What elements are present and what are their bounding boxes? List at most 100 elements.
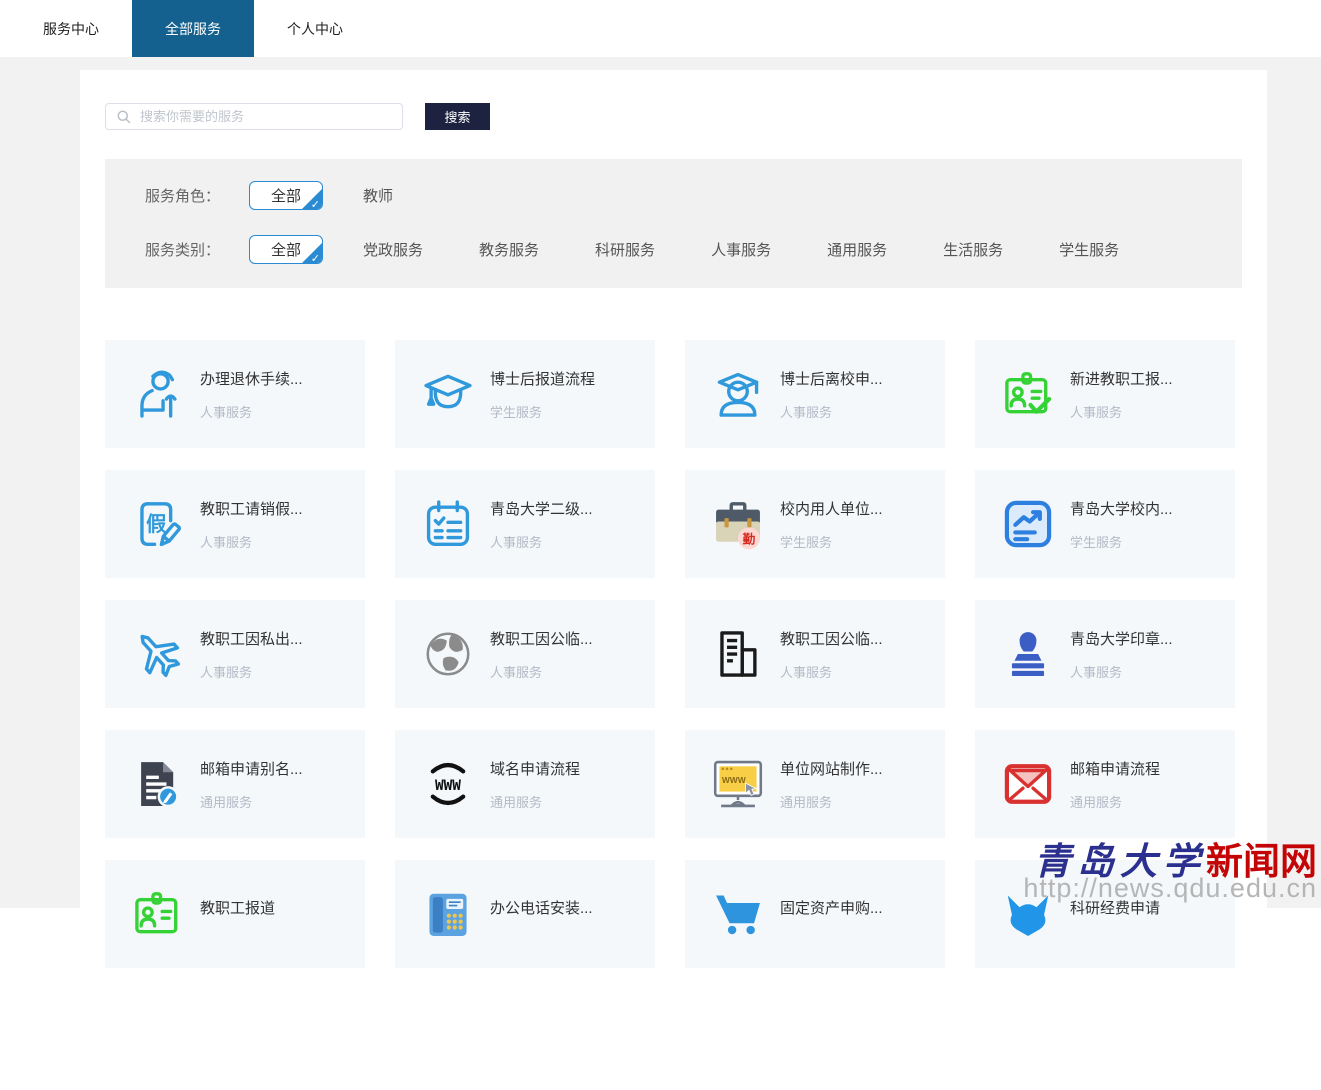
service-card[interactable]: 博士后报道流程 学生服务	[395, 340, 655, 448]
filter-option-label: 党政服务	[363, 242, 424, 259]
graduate-icon	[709, 365, 767, 423]
search-input[interactable]	[138, 108, 392, 125]
service-card[interactable]: 科研经费申请	[975, 860, 1235, 968]
service-card-text: 青岛大学印章... 人事服务	[1070, 628, 1173, 681]
filter-option[interactable]: 教务服务	[479, 239, 539, 260]
service-category: 人事服务	[1070, 404, 1123, 420]
filter-panel: 服务角色： 全部 ✓ 教师 服务类别： 全部 ✓ 党政服务 教务服务 科研服务 人事服务 通用服务 生活…	[105, 159, 1242, 288]
service-card-text: 教职工因私出... 人事服务	[200, 628, 303, 681]
service-card[interactable]: 办理退休手续... 人事服务	[105, 340, 365, 448]
search-button[interactable]: 搜索	[425, 103, 490, 130]
service-title: 邮箱申请别名...	[200, 760, 303, 778]
service-card-text: 青岛大学校内... 学生服务	[1070, 498, 1173, 551]
filter-options: 全部 ✓ 党政服务 教务服务 科研服务 人事服务 通用服务 生活服务 学生服务	[249, 235, 1119, 264]
svg-text:WWW: WWW	[435, 778, 461, 794]
filter-option[interactable]: 生活服务	[943, 239, 1003, 260]
service-title: 青岛大学二级...	[490, 500, 593, 518]
service-title: 办理退休手续...	[200, 370, 303, 388]
service-category: 学生服务	[490, 404, 543, 420]
service-card[interactable]: 教职工报道	[105, 860, 365, 968]
service-card[interactable]: 固定资产申购...	[685, 860, 945, 968]
tab-service-center[interactable]: 服务中心	[10, 0, 132, 57]
svg-text:假: 假	[146, 512, 167, 536]
service-category: 学生服务	[1070, 534, 1123, 550]
service-category: 通用服务	[1070, 794, 1123, 810]
svg-text:勤: 勤	[743, 531, 756, 546]
selected-check-icon: ✓	[310, 253, 321, 264]
service-card-text: 新进教职工报... 人事服务	[1070, 368, 1173, 421]
service-card[interactable]: 邮箱申请别名... 通用服务	[105, 730, 365, 838]
service-card[interactable]: 新进教职工报... 人事服务	[975, 340, 1235, 448]
selected-check-icon: ✓	[310, 199, 321, 210]
website-monitor-icon: WWW	[709, 755, 767, 813]
service-card[interactable]: 教职工因公临... 人事服务	[685, 600, 945, 708]
service-card-text: 教职工因公临... 人事服务	[780, 628, 883, 681]
filter-option-label: 生活服务	[943, 242, 1004, 259]
service-card[interactable]: WWW 单位网站制作... 通用服务	[685, 730, 945, 838]
service-card[interactable]: WWW 域名申请流程 通用服务	[395, 730, 655, 838]
building-icon	[709, 625, 767, 683]
filter-option-selected[interactable]: 全部 ✓	[249, 235, 324, 264]
service-card[interactable]: 教职工因私出... 人事服务	[105, 600, 365, 708]
service-card-text: 教职工报道	[200, 897, 275, 931]
service-category: 人事服务	[200, 404, 253, 420]
service-card-text: 青岛大学二级... 人事服务	[490, 498, 593, 551]
service-card[interactable]: 青岛大学二级... 人事服务	[395, 470, 655, 578]
filter-option[interactable]: 党政服务	[363, 239, 423, 260]
service-card[interactable]: 假 教职工请销假... 人事服务	[105, 470, 365, 578]
top-navigation: 服务中心 全部服务 个人中心	[0, 0, 1321, 57]
service-title: 域名申请流程	[490, 760, 581, 778]
service-card-text: 校内用人单位... 学生服务	[780, 498, 883, 551]
service-title: 青岛大学校内...	[1070, 500, 1173, 518]
content-panel: 搜索 服务角色：全部✓教师服务类别：全部✓党政服务教务服务科研服务人事服务通用服…	[80, 70, 1267, 1090]
service-category: 人事服务	[490, 664, 543, 680]
search-icon	[116, 109, 131, 124]
service-card-text: 域名申请流程 通用服务	[490, 758, 580, 811]
leave-form-icon: 假	[129, 495, 187, 553]
service-category: 人事服务	[490, 534, 543, 550]
service-title: 教职工因公临...	[490, 630, 593, 648]
filter-option[interactable]: 科研服务	[595, 239, 655, 260]
page-background: 搜索 服务角色：全部✓教师服务类别：全部✓党政服务教务服务科研服务人事服务通用服…	[0, 57, 1321, 1090]
document-edit-icon	[129, 755, 187, 813]
service-card[interactable]: 办公电话安装...	[395, 860, 655, 968]
trend-chart-icon	[999, 495, 1057, 553]
service-category: 人事服务	[200, 534, 253, 550]
service-category: 人事服务	[780, 404, 833, 420]
service-card[interactable]: 勤 校内用人单位... 学生服务	[685, 470, 945, 578]
filter-option-label: 教务服务	[479, 242, 540, 259]
service-card-text: 博士后离校申... 人事服务	[780, 368, 883, 421]
retiree-icon	[129, 365, 187, 423]
tab-personal-center[interactable]: 个人中心	[254, 0, 376, 57]
filter-option-label: 全部	[271, 188, 302, 205]
service-card[interactable]: 邮箱申请流程 通用服务	[975, 730, 1235, 838]
filter-option-selected[interactable]: 全部 ✓	[249, 181, 324, 210]
service-card-text: 教职工请销假... 人事服务	[200, 498, 303, 551]
search-box[interactable]	[105, 103, 403, 130]
research-fund-icon	[999, 885, 1057, 943]
filter-option[interactable]: 通用服务	[827, 239, 887, 260]
service-title: 博士后离校申...	[780, 370, 883, 388]
tab-all-services[interactable]: 全部服务	[132, 0, 254, 57]
service-card-text: 单位网站制作... 通用服务	[780, 758, 883, 811]
service-category: 通用服务	[200, 794, 253, 810]
id-card-green-icon	[129, 885, 187, 943]
service-title: 新进教职工报...	[1070, 370, 1173, 388]
filter-row-role: 服务角色： 全部 ✓ 教师	[145, 181, 1242, 210]
stamp-icon	[999, 625, 1057, 683]
service-card[interactable]: 博士后离校申... 人事服务	[685, 340, 945, 448]
service-title: 教职工因公临...	[780, 630, 883, 648]
filter-option[interactable]: 学生服务	[1059, 239, 1119, 260]
filter-options: 全部 ✓ 教师	[249, 181, 393, 210]
service-title: 青岛大学印章...	[1070, 630, 1173, 648]
service-card-text: 邮箱申请流程 通用服务	[1070, 758, 1160, 811]
filter-option[interactable]: 人事服务	[711, 239, 771, 260]
service-card[interactable]: 青岛大学校内... 学生服务	[975, 470, 1235, 578]
service-card[interactable]: 教职工因公临... 人事服务	[395, 600, 655, 708]
service-card[interactable]: 青岛大学印章... 人事服务	[975, 600, 1235, 708]
filter-option[interactable]: 教师	[363, 185, 393, 206]
filter-option-label: 学生服务	[1059, 242, 1120, 259]
id-card-check-icon	[999, 365, 1057, 423]
filter-option-label: 科研服务	[595, 242, 656, 259]
airplane-icon	[129, 625, 187, 683]
